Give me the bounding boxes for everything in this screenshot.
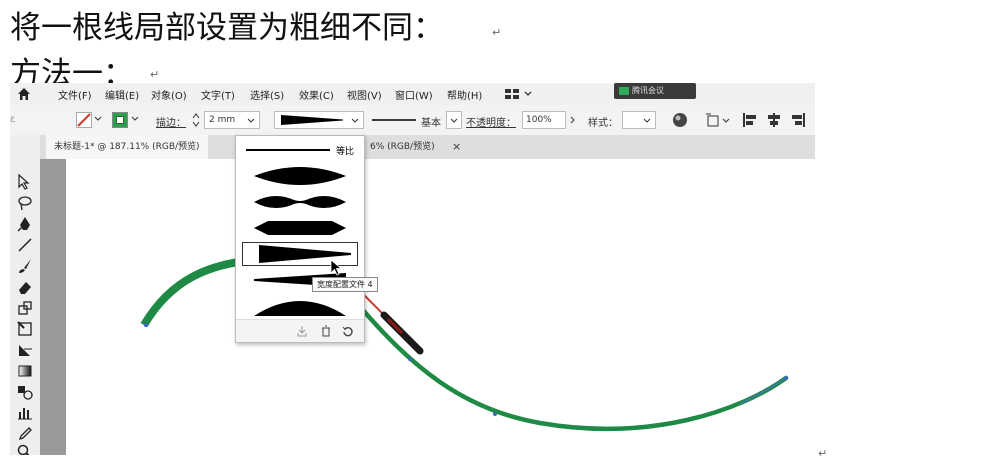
- recolor-artwork-icon[interactable]: [672, 112, 688, 128]
- artboard-canvas[interactable]: [40, 159, 815, 455]
- width-profile-uniform[interactable]: 等比: [242, 138, 358, 162]
- mouse-cursor-icon: [330, 259, 343, 276]
- opacity-value: 100%: [526, 115, 552, 125]
- hexagon-profile-icon: [254, 221, 346, 235]
- column-graph-tool-icon[interactable]: [16, 404, 34, 422]
- pinched-profile-icon: [254, 195, 346, 209]
- width-profile-lens[interactable]: [242, 164, 358, 188]
- menu-edit[interactable]: 编辑(E): [105, 87, 139, 102]
- menu-effect[interactable]: 效果(C): [299, 87, 334, 102]
- anchor-point[interactable]: [143, 322, 149, 328]
- artwork-layer: [140, 255, 789, 431]
- document-heading: 将一根线局部设置为粗细不同：: [10, 10, 444, 46]
- return-mark: ↵: [492, 26, 502, 39]
- return-mark: ↵: [818, 447, 828, 460]
- gradient-tool-icon[interactable]: [16, 362, 34, 380]
- reset-profiles-icon[interactable]: [342, 325, 354, 337]
- width-profile-half-dome[interactable]: [242, 294, 358, 318]
- free-transform-tool-icon[interactable]: [16, 320, 34, 338]
- rotate-tool-icon[interactable]: [16, 299, 34, 317]
- green-stroke-path-tail: [359, 306, 789, 431]
- anchor-point[interactable]: [493, 412, 497, 416]
- chevron-down-icon[interactable]: [351, 118, 359, 124]
- opacity-label[interactable]: 不透明度：: [466, 114, 516, 129]
- graphic-style-label: 样式：: [588, 118, 618, 129]
- lasso-tool-icon[interactable]: [16, 194, 34, 212]
- illustrator-window: 文件(F) 编辑(E) 对象(O) 文字(T) 选择(S) 效果(C) 视图(V…: [10, 83, 815, 455]
- stroke-color-swatch-icon[interactable]: [112, 112, 128, 128]
- menu-object[interactable]: 对象(O): [151, 87, 187, 102]
- width-profile-pinched[interactable]: [242, 190, 358, 214]
- fill-none-swatch-icon[interactable]: [76, 112, 92, 128]
- line-segment-tool-icon[interactable]: [16, 236, 34, 254]
- meeting-badge: 腾讯会议: [614, 83, 696, 99]
- control-bar: ε 描边： 2 mm 基本 不透明度： 100% 样式：: [10, 105, 815, 136]
- chevron-down-icon[interactable]: [643, 118, 651, 124]
- anchor-point[interactable]: [408, 357, 412, 361]
- direct-selection-tool-icon[interactable]: [16, 173, 34, 191]
- width-profile-hexagon[interactable]: [242, 216, 358, 240]
- home-icon[interactable]: [16, 86, 32, 102]
- shape-builder-tool-icon[interactable]: [16, 341, 34, 359]
- menu-type[interactable]: 文字(T): [201, 87, 235, 102]
- document-tab-bar: 未标题-1* @ 187.11% (RGB/预览) 6% (RGB/预览) ×: [40, 135, 815, 159]
- align-left-icon[interactable]: [742, 112, 758, 128]
- chevron-down-icon[interactable]: [247, 118, 255, 124]
- stepper-icon[interactable]: [192, 112, 200, 128]
- menu-select[interactable]: 选择(S): [250, 87, 284, 102]
- chevron-down-icon[interactable]: [131, 116, 139, 122]
- paintbrush-tool-icon[interactable]: [16, 257, 34, 275]
- width-profile-footer: [236, 319, 364, 342]
- brush-definition-preview-icon: [372, 119, 416, 121]
- tab-close-button[interactable]: ×: [452, 135, 461, 159]
- lens-profile-icon: [254, 167, 346, 185]
- uniform-profile-icon: [246, 149, 330, 151]
- panel-edge-glyph: ε: [10, 114, 16, 125]
- menu-help[interactable]: 帮助(H): [447, 87, 482, 102]
- stroke-weight-value: 2 mm: [209, 115, 236, 125]
- brush-definition-dropdown[interactable]: [446, 111, 462, 129]
- zoom-tool-icon[interactable]: [16, 443, 34, 455]
- tab-untitled-1[interactable]: 未标题-1* @ 187.11% (RGB/预览): [46, 135, 208, 159]
- chevron-right-icon[interactable]: [570, 116, 576, 124]
- width-profile-uniform-label: 等比: [336, 147, 355, 157]
- transform-icon[interactable]: [706, 112, 730, 128]
- meeting-badge-label: 腾讯会议: [632, 86, 664, 95]
- stroke-weight-field[interactable]: 2 mm: [204, 111, 260, 129]
- width-profile-preview-icon: [281, 115, 343, 125]
- menu-bar: 文件(F) 编辑(E) 对象(O) 文字(T) 选择(S) 效果(C) 视图(V…: [10, 83, 815, 105]
- stroke-weight-label[interactable]: 描边：: [156, 114, 186, 129]
- menu-view[interactable]: 视图(V): [347, 87, 382, 102]
- opacity-field[interactable]: 100%: [522, 111, 566, 129]
- graphic-style-select[interactable]: [622, 111, 656, 129]
- align-right-icon[interactable]: [790, 112, 806, 128]
- tab-second-document[interactable]: 6% (RGB/预览): [370, 135, 435, 159]
- anchor-point[interactable]: [783, 375, 789, 381]
- add-to-profiles-icon[interactable]: [296, 325, 308, 337]
- variable-width-profile-select[interactable]: [274, 111, 364, 129]
- eraser-tool-icon[interactable]: [16, 278, 34, 296]
- eyedropper-tool-icon[interactable]: [16, 425, 34, 443]
- brush-definition-label: 基本: [421, 118, 441, 129]
- width-profile-tooltip: 宽度配置文件 4: [312, 277, 378, 292]
- chevron-down-icon[interactable]: [94, 116, 102, 122]
- width-profile-dropdown: 等比: [235, 135, 365, 343]
- half-dome-profile-icon: [254, 301, 346, 316]
- workspace-switcher-icon[interactable]: [505, 88, 535, 100]
- return-mark: ↵: [150, 68, 160, 81]
- delete-profile-icon[interactable]: [320, 325, 332, 337]
- pen-tool-icon[interactable]: [16, 215, 34, 233]
- tools-panel: [10, 135, 40, 455]
- meeting-indicator-icon: [619, 87, 629, 95]
- align-center-icon[interactable]: [766, 112, 782, 128]
- menu-file[interactable]: 文件(F): [58, 87, 92, 102]
- blend-tool-icon[interactable]: [16, 383, 34, 401]
- chevron-down-icon[interactable]: [450, 118, 458, 124]
- menu-window[interactable]: 窗口(W): [395, 87, 433, 102]
